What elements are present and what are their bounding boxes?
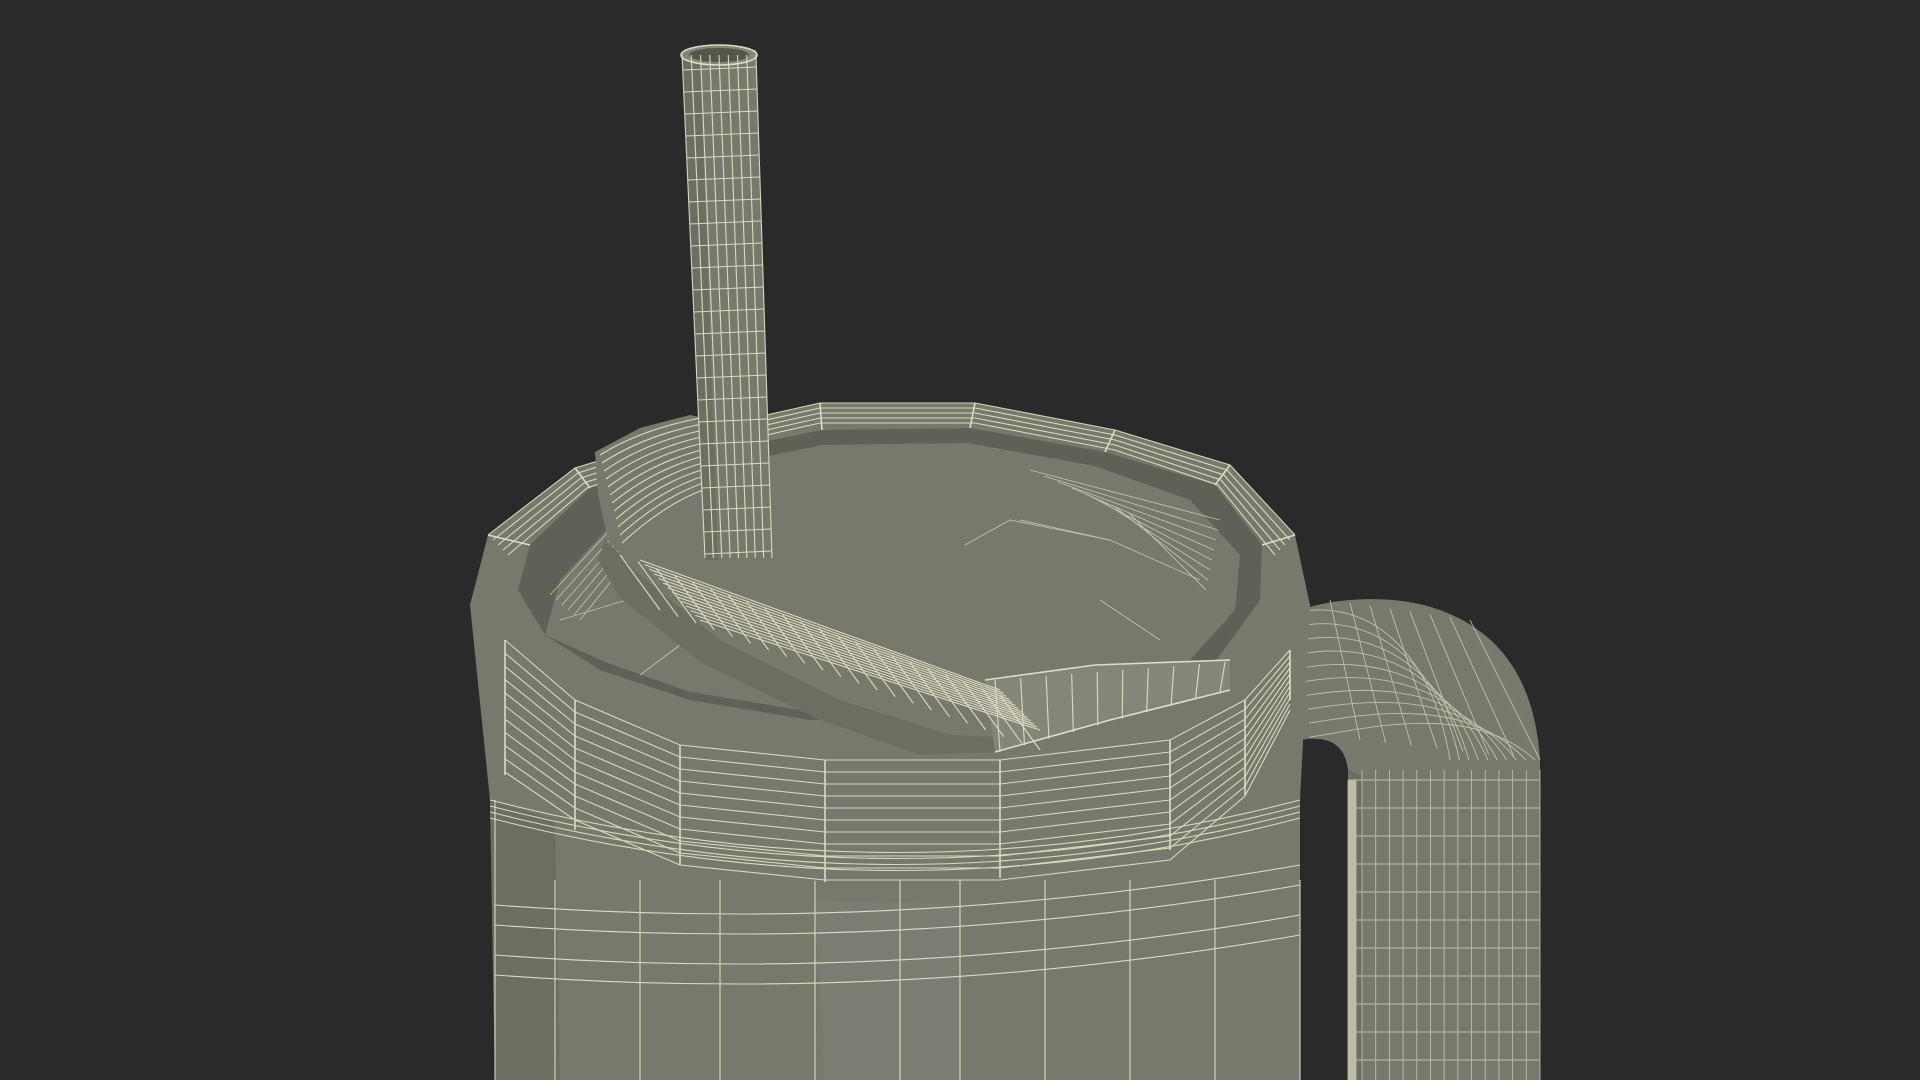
tumbler-handle [1299, 599, 1541, 1080]
tumbler-wireframe-render [470, 44, 1541, 1080]
3d-viewport [0, 0, 1920, 1080]
